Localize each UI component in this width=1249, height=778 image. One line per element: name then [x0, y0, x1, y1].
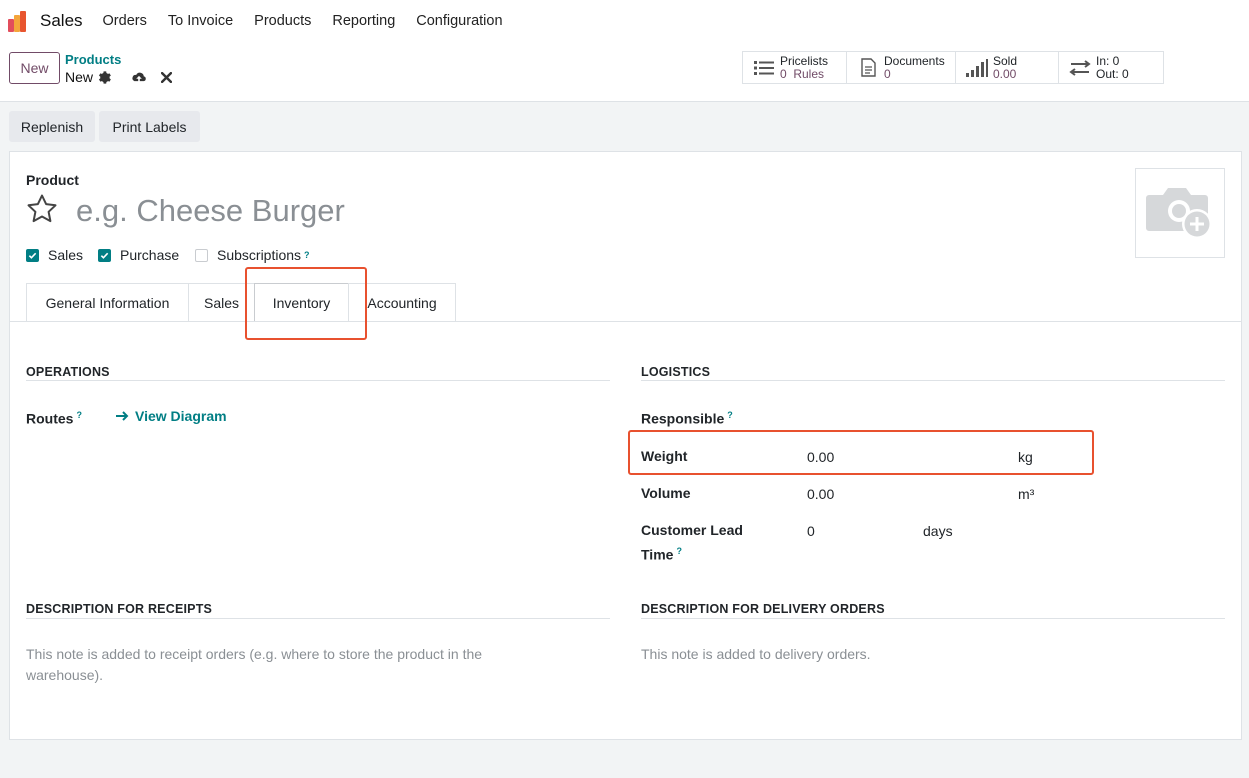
control-panel: New Products New Pricelists 0 Rules Docu…	[0, 42, 1249, 102]
delivery-description-input[interactable]: This note is added to delivery orders.	[641, 644, 871, 665]
menu-to-invoice[interactable]: To Invoice	[168, 13, 233, 29]
product-name-input[interactable]	[76, 192, 776, 230]
delivery-divider	[641, 618, 1225, 619]
notebook-tabs: General Information Sales Inventory Acco…	[26, 283, 456, 321]
tab-sales[interactable]: Sales	[188, 283, 255, 321]
customer-lead-time-input[interactable]: 0	[807, 523, 815, 539]
app-name[interactable]: Sales	[40, 11, 83, 31]
delivery-description-title: DESCRIPTION FOR DELIVERY ORDERS	[641, 602, 885, 616]
documents-label: Documents	[884, 53, 945, 68]
out-label: Out: 0	[1096, 66, 1129, 81]
checkbox-checked-icon	[98, 248, 111, 262]
list-icon	[753, 58, 775, 78]
purchase-checkbox-label: Purchase	[120, 247, 180, 263]
weight-input[interactable]: 0.00	[807, 449, 834, 465]
gear-icon[interactable]	[96, 69, 112, 85]
responsible-label: Responsible?	[641, 410, 733, 427]
favorite-star-icon[interactable]	[26, 193, 58, 225]
menu-products[interactable]: Products	[254, 13, 311, 29]
operations-divider	[26, 380, 610, 381]
logistics-section-title: LOGISTICS	[641, 365, 711, 379]
record-name: New	[65, 69, 94, 85]
checkbox-unchecked-icon	[195, 248, 208, 262]
sold-label: Sold	[993, 53, 1018, 68]
in-out-smart-button[interactable]: In: 0 Out: 0	[1059, 52, 1163, 83]
transfer-icon	[1069, 58, 1091, 78]
sold-value: 0.00	[993, 66, 1017, 81]
top-navbar: Sales Orders To Invoice Products Reporti…	[0, 0, 1249, 42]
volume-unit: m³	[1018, 486, 1035, 502]
replenish-button[interactable]: Replenish	[9, 111, 95, 142]
menu-reporting[interactable]: Reporting	[332, 13, 395, 29]
purchase-checkbox[interactable]: Purchase	[98, 247, 179, 263]
receipts-description-title: DESCRIPTION FOR RECEIPTS	[26, 602, 213, 616]
subscriptions-checkbox[interactable]: Subscriptions ?	[195, 247, 310, 263]
help-icon[interactable]: ?	[76, 410, 82, 420]
tabs-divider	[10, 321, 1241, 322]
product-label: Product	[26, 172, 79, 188]
volume-label: Volume	[641, 485, 691, 501]
pricelists-value: 0 Rules	[780, 66, 825, 81]
print-labels-button[interactable]: Print Labels	[99, 111, 200, 142]
customer-lead-time-label: Customer Lead Time?	[641, 522, 743, 563]
help-icon[interactable]: ?	[304, 250, 310, 260]
view-diagram-link[interactable]: View Diagram	[115, 408, 227, 424]
help-icon[interactable]: ?	[676, 546, 682, 556]
checkbox-checked-icon	[26, 248, 39, 262]
pricelists-smart-button[interactable]: Pricelists 0 Rules	[743, 52, 847, 83]
breadcrumb-products[interactable]: Products	[65, 52, 121, 67]
receipts-description-input[interactable]: This note is added to receipt orders (e.…	[26, 644, 586, 686]
menu-orders[interactable]: Orders	[103, 13, 147, 29]
weight-unit: kg	[1018, 449, 1033, 465]
in-label: In: 0	[1096, 53, 1120, 68]
arrow-right-icon	[116, 411, 129, 421]
receipts-divider	[26, 618, 610, 619]
cloud-upload-icon[interactable]	[130, 69, 148, 85]
customer-lead-time-unit: days	[923, 523, 953, 539]
sales-app-logo-icon[interactable]	[8, 10, 30, 32]
sold-smart-button[interactable]: Sold 0.00	[956, 52, 1059, 83]
operations-section-title: OPERATIONS	[26, 365, 110, 379]
help-icon[interactable]: ?	[727, 410, 733, 420]
menu-configuration[interactable]: Configuration	[416, 13, 502, 29]
camera-add-icon	[1145, 181, 1215, 246]
form-sheet: Product Sales Purchase Subscriptions ? G…	[9, 151, 1242, 740]
document-icon	[857, 58, 879, 78]
product-image-upload[interactable]	[1135, 168, 1225, 258]
documents-value: 0	[884, 66, 891, 81]
sales-checkbox[interactable]: Sales	[26, 247, 83, 263]
close-icon[interactable]	[158, 69, 174, 85]
documents-smart-button[interactable]: Documents 0	[847, 52, 956, 83]
smart-buttons: Pricelists 0 Rules Documents 0 Sold 0.00	[742, 51, 1164, 84]
subscriptions-checkbox-label: Subscriptions	[217, 247, 302, 263]
weight-label: Weight	[641, 448, 688, 464]
sales-checkbox-label: Sales	[48, 247, 84, 263]
routes-label: Routes?	[26, 410, 82, 427]
tab-accounting[interactable]: Accounting	[348, 283, 456, 321]
view-diagram-label: View Diagram	[135, 408, 227, 424]
signal-icon	[966, 58, 988, 78]
tab-general-information[interactable]: General Information	[26, 283, 189, 321]
tab-inventory[interactable]: Inventory	[254, 283, 349, 321]
pricelists-label: Pricelists	[780, 53, 829, 68]
logistics-divider	[641, 380, 1225, 381]
new-button[interactable]: New	[9, 52, 60, 84]
volume-input[interactable]: 0.00	[807, 486, 834, 502]
